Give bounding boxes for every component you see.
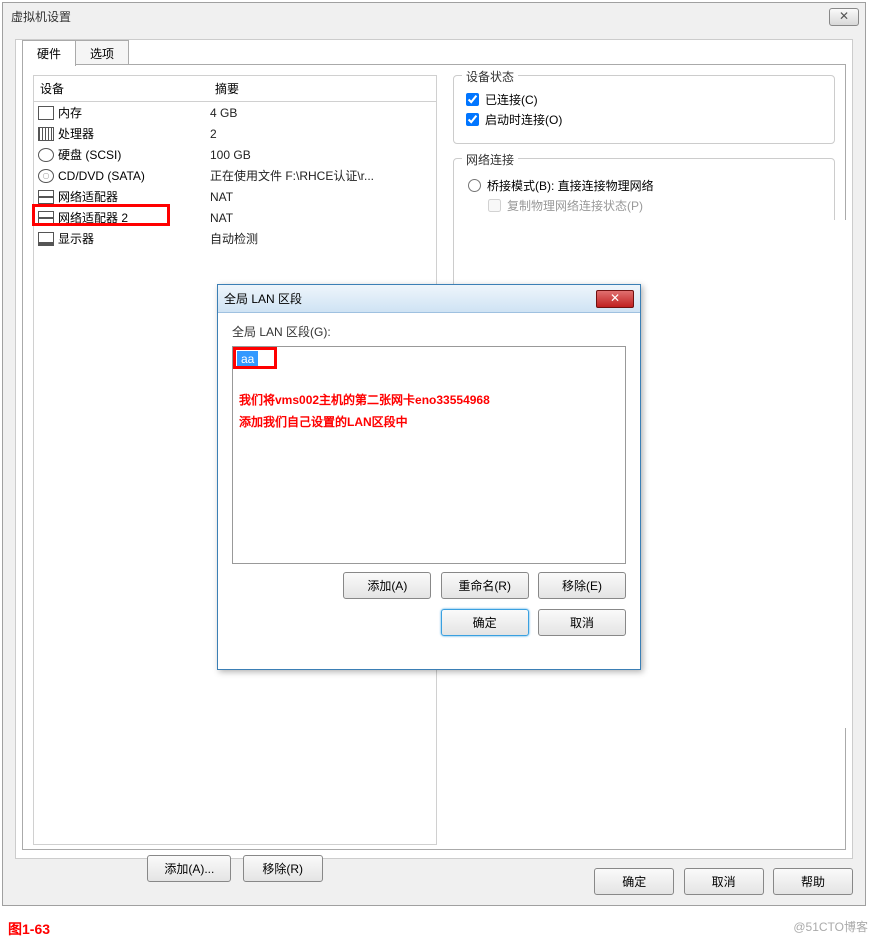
device-name: 处理器 <box>58 125 94 142</box>
main-help-button[interactable]: 帮助 <box>773 868 853 895</box>
device-name: 显示器 <box>58 230 94 247</box>
tab-strip: 硬件 选项 <box>22 39 128 65</box>
main-bottom-buttons: 确定 取消 帮助 <box>588 868 853 895</box>
remove-device-button[interactable]: 移除(R) <box>243 855 323 882</box>
group-title-state: 设备状态 <box>462 68 518 85</box>
dialog-close-button[interactable]: ✕ <box>596 290 634 308</box>
tab-options[interactable]: 选项 <box>75 40 129 66</box>
memory-icon <box>38 106 54 120</box>
device-row-cpu[interactable]: 处理器 2 <box>34 123 436 144</box>
dialog-remove-button[interactable]: 移除(E) <box>538 572 626 599</box>
device-row-display[interactable]: 显示器 自动检测 <box>34 228 436 249</box>
group-device-state: 设备状态 已连接(C) 启动时连接(O) <box>453 75 835 144</box>
device-name: CD/DVD (SATA) <box>58 169 145 183</box>
annotation-text: 我们将vms002主机的第二张网卡eno33554968 添加我们自己设置的LA… <box>239 389 490 433</box>
figure-caption: 图1-63 <box>8 919 50 939</box>
device-name: 内存 <box>58 104 82 121</box>
dialog-body: 全局 LAN 区段(G): aa 我们将vms002主机的第二张网卡eno335… <box>218 313 640 646</box>
window-title: 虚拟机设置 <box>11 3 857 31</box>
cpu-icon <box>38 127 54 141</box>
dialog-ok-button[interactable]: 确定 <box>441 609 529 636</box>
lan-segment-listbox[interactable]: aa 我们将vms002主机的第二张网卡eno33554968 添加我们自己设置… <box>232 346 626 564</box>
window-close-button[interactable]: ✕ <box>829 8 859 26</box>
tab-hardware[interactable]: 硬件 <box>22 40 76 66</box>
device-name: 硬盘 (SCSI) <box>58 146 121 163</box>
header-device: 设备 <box>34 76 209 101</box>
main-ok-button[interactable]: 确定 <box>594 868 674 895</box>
group-title-net: 网络连接 <box>462 151 518 168</box>
device-buttons: 添加(A)... 移除(R) <box>33 855 437 882</box>
device-row-hdd[interactable]: 硬盘 (SCSI) 100 GB <box>34 144 436 165</box>
dialog-rename-button[interactable]: 重命名(R) <box>441 572 529 599</box>
device-list-header: 设备 摘要 <box>34 76 436 102</box>
device-name: 网络适配器 <box>58 188 118 205</box>
device-row-cddvd[interactable]: CD/DVD (SATA) 正在使用文件 F:\RHCE认证\r... <box>34 165 436 186</box>
radio-bridged-input[interactable] <box>468 179 481 192</box>
watermark: @51CTO博客 <box>793 918 868 935</box>
lan-segment-dialog: 全局 LAN 区段 ✕ 全局 LAN 区段(G): aa 我们将vms002主机… <box>217 284 641 670</box>
dialog-cancel-button[interactable]: 取消 <box>538 609 626 636</box>
dialog-label: 全局 LAN 区段(G): <box>232 323 626 340</box>
checkbox-connected[interactable]: 已连接(C) <box>466 91 822 108</box>
titlebar: 虚拟机设置 ✕ <box>3 3 865 31</box>
monitor-icon <box>38 232 54 246</box>
device-summary: 正在使用文件 F:\RHCE认证\r... <box>210 167 432 184</box>
checkbox-start-input[interactable] <box>466 113 479 126</box>
disk-icon <box>38 148 54 162</box>
device-row-memory[interactable]: 内存 4 GB <box>34 102 436 123</box>
dialog-confirm-buttons: 确定 取消 <box>232 609 626 636</box>
network-icon <box>38 190 54 204</box>
cd-icon <box>38 169 54 183</box>
checkbox-replicate: 复制物理网络连接状态(P) <box>488 197 822 214</box>
main-cancel-button[interactable]: 取消 <box>684 868 764 895</box>
annotation-red-box-device <box>32 204 170 226</box>
dialog-title: 全局 LAN 区段 <box>224 290 596 307</box>
checkbox-connect-on-start[interactable]: 启动时连接(O) <box>466 111 822 128</box>
device-summary: 4 GB <box>210 106 432 120</box>
dialog-edit-buttons: 添加(A) 重命名(R) 移除(E) <box>232 572 626 599</box>
add-device-button[interactable]: 添加(A)... <box>147 855 231 882</box>
device-summary: 2 <box>210 127 432 141</box>
device-summary: 自动检测 <box>210 230 432 247</box>
header-summary: 摘要 <box>209 76 436 101</box>
device-summary: NAT <box>210 211 432 225</box>
checkbox-connected-input[interactable] <box>466 93 479 106</box>
device-summary: NAT <box>210 190 432 204</box>
dialog-add-button[interactable]: 添加(A) <box>343 572 431 599</box>
radio-bridged[interactable]: 桥接模式(B): 直接连接物理网络 <box>468 177 822 194</box>
checkbox-replicate-input <box>488 199 501 212</box>
annotation-red-box-item <box>233 347 277 369</box>
dialog-titlebar: 全局 LAN 区段 ✕ <box>218 285 640 313</box>
device-summary: 100 GB <box>210 148 432 162</box>
